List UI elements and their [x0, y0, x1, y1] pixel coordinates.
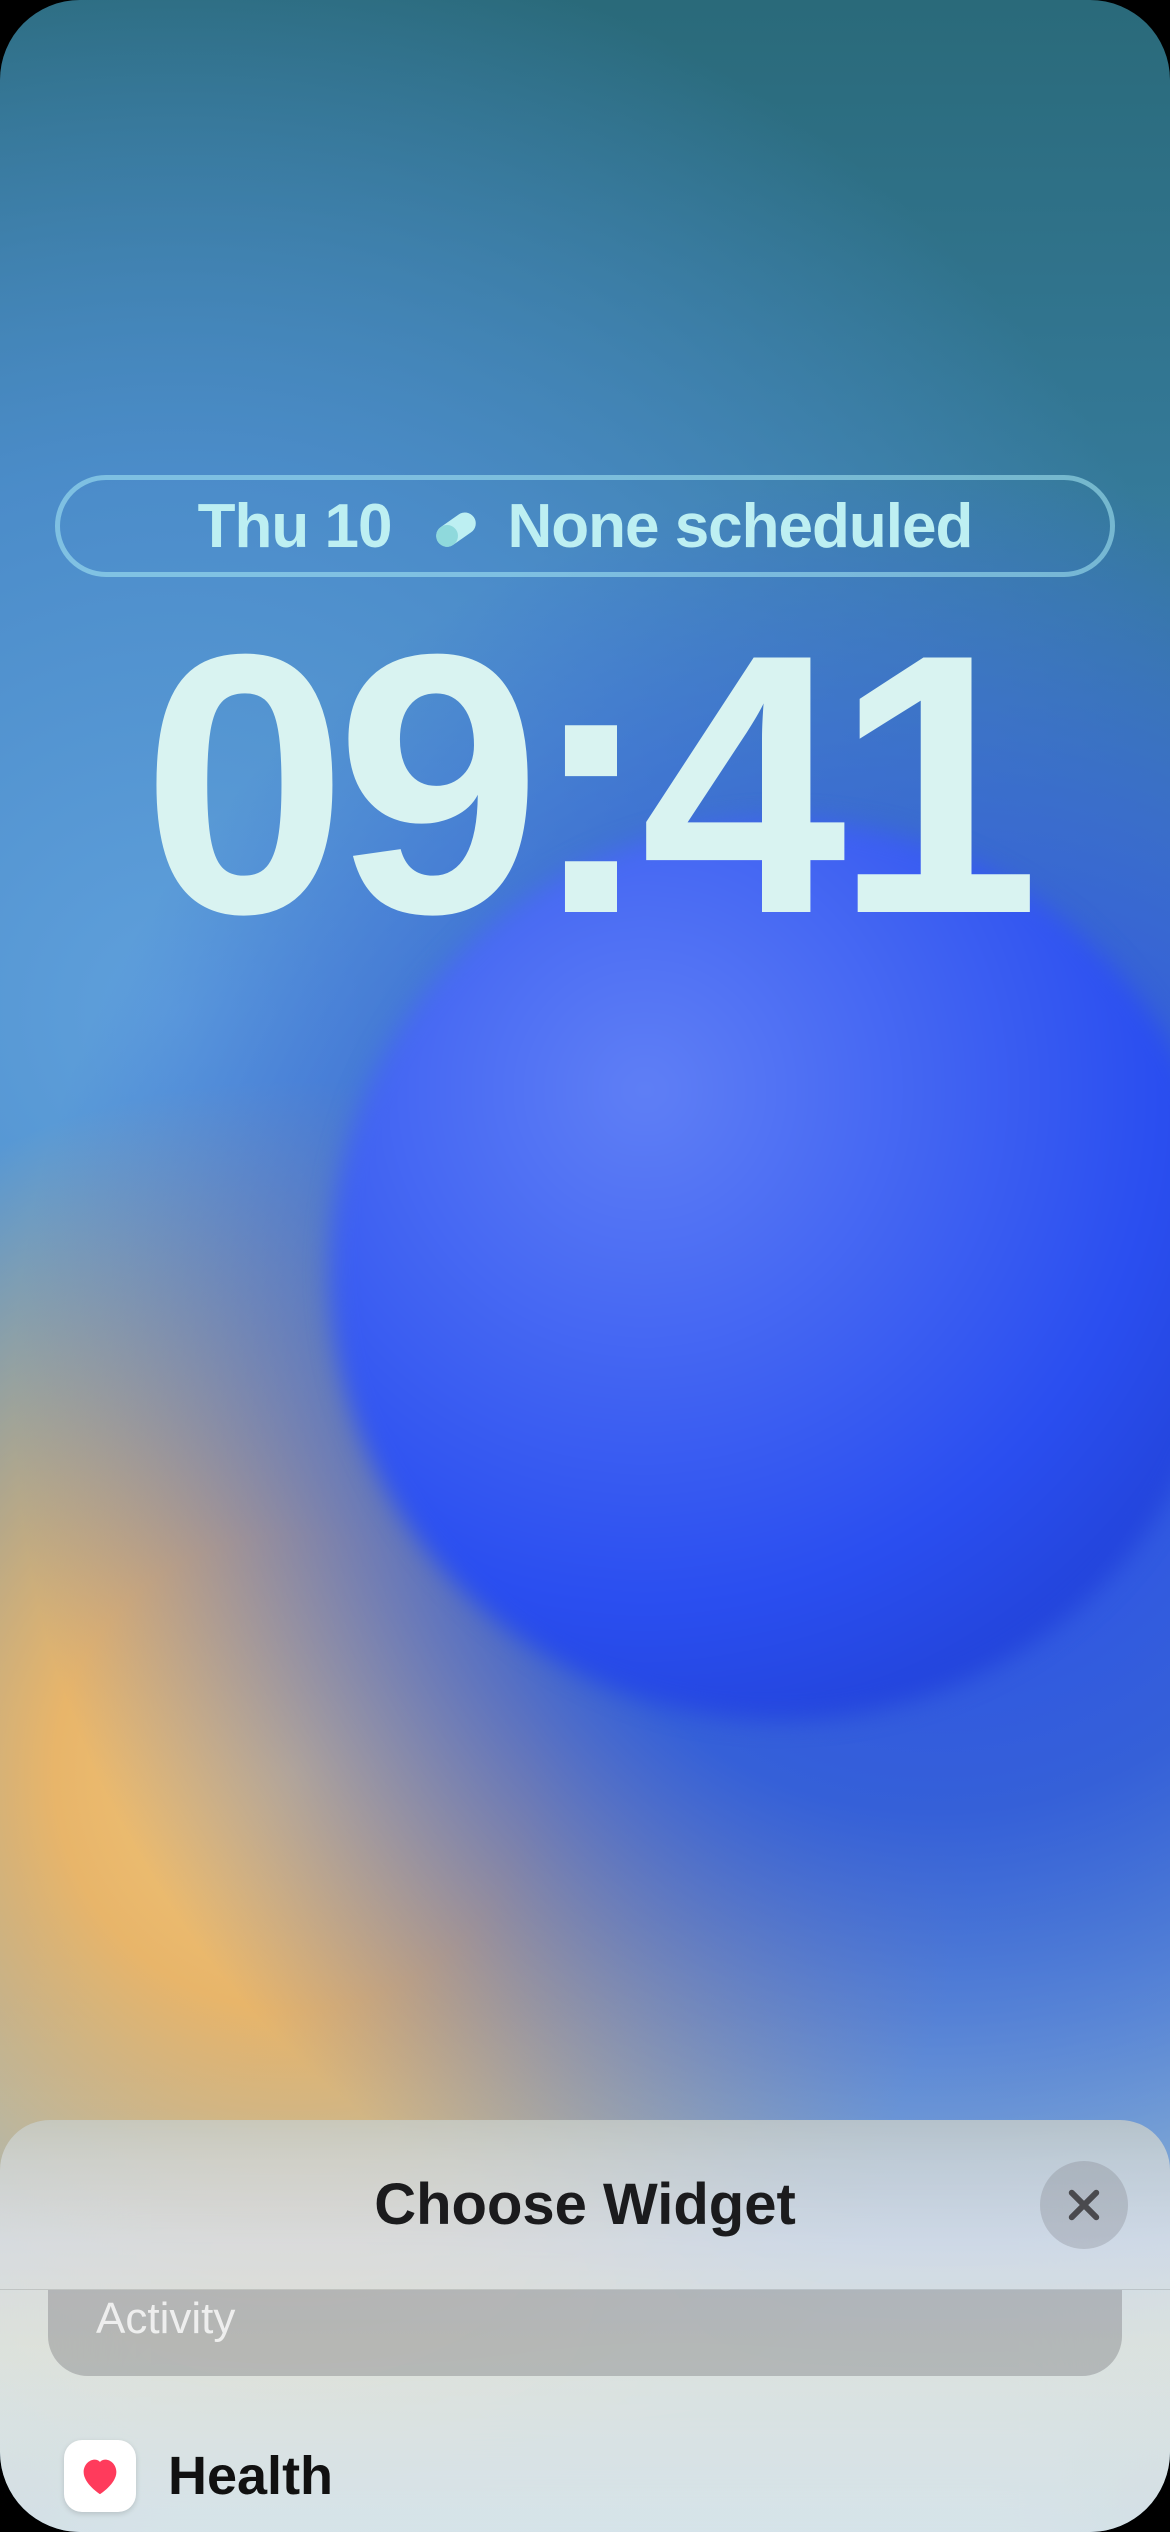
choose-widget-sheet: Choose Widget Activity Health	[0, 2120, 1170, 2532]
lockscreen-wallpaper: Thu 10 None scheduled 09:41 Choose Widge…	[0, 0, 1170, 2532]
widget-subtitle: Activity	[96, 2294, 1012, 2344]
close-button[interactable]	[1040, 2161, 1128, 2249]
section-header-health: Health	[64, 2440, 1122, 2512]
pill-icon	[427, 497, 485, 555]
close-icon	[1063, 2184, 1105, 2226]
clock-time: 09:41	[0, 600, 1170, 970]
date-widget-pill[interactable]: Thu 10 None scheduled	[55, 475, 1115, 577]
lockscreen-widget-text: None scheduled	[507, 491, 972, 562]
sheet-header: Choose Widget	[0, 2120, 1170, 2290]
heart-icon	[78, 2456, 122, 2496]
date-label: Thu 10	[198, 491, 392, 562]
sheet-content[interactable]: Activity Health	[0, 2290, 1170, 2532]
sheet-title: Choose Widget	[374, 2171, 796, 2238]
health-app-icon	[64, 2440, 136, 2512]
widget-card-activity[interactable]: Activity	[48, 2290, 1122, 2376]
section-label: Health	[168, 2445, 333, 2507]
